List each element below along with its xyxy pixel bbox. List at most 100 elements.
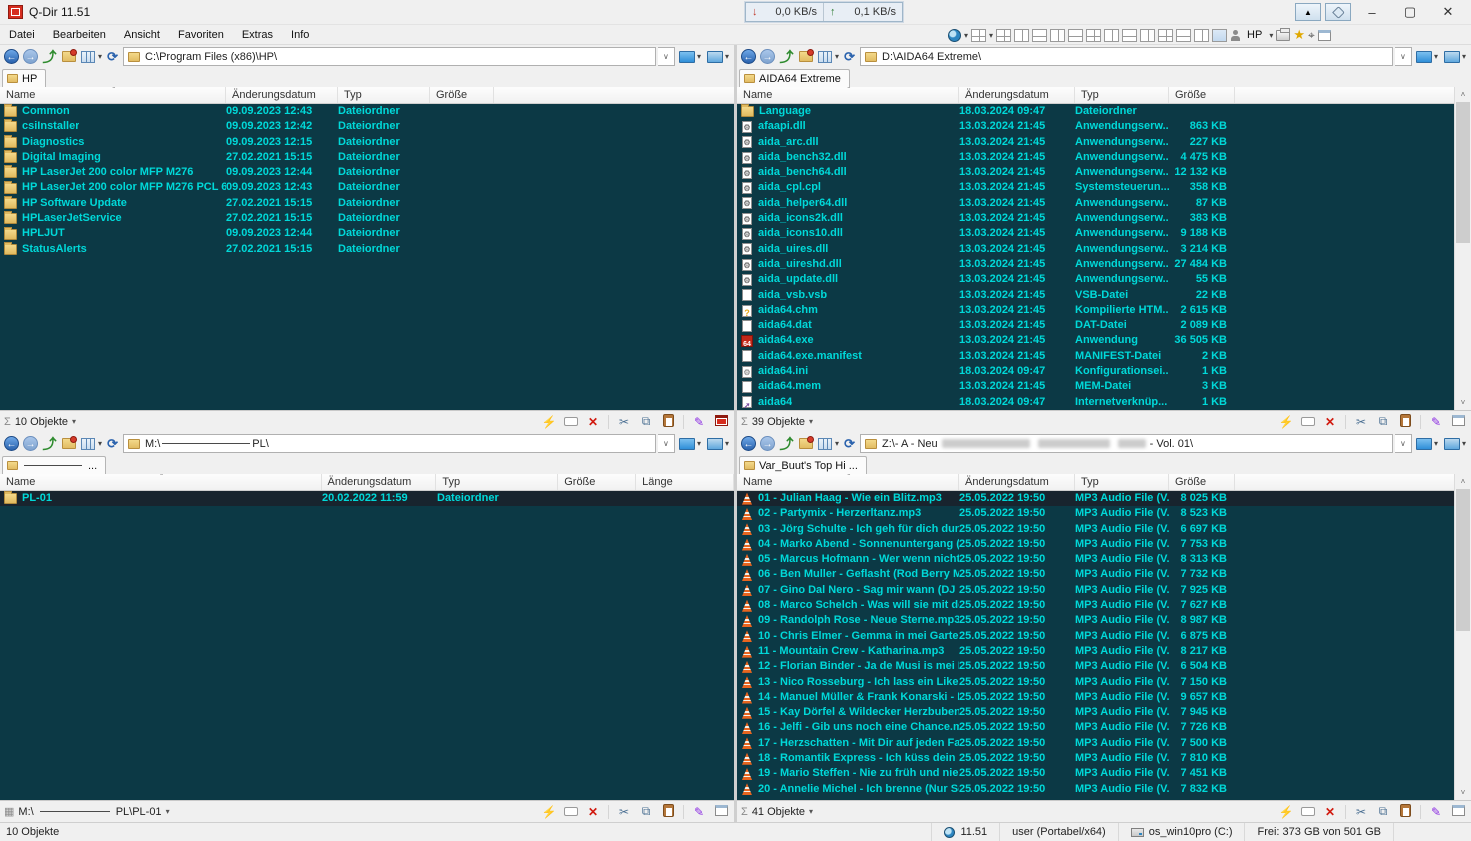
col-date[interactable]: Änderungsdatum bbox=[959, 87, 1075, 103]
rename-icon[interactable] bbox=[1299, 415, 1317, 429]
col-type[interactable]: Typ bbox=[436, 474, 558, 490]
address-input[interactable]: D:\AIDA64 Extreme\ bbox=[860, 47, 1393, 66]
paste-icon[interactable] bbox=[1396, 414, 1414, 430]
paste-icon[interactable] bbox=[659, 414, 677, 430]
object-count[interactable]: 41 Objekte bbox=[752, 806, 805, 818]
layout-option-icon[interactable] bbox=[1212, 29, 1227, 42]
pin-button[interactable] bbox=[1325, 3, 1351, 21]
col-date[interactable]: Änderungsdatum bbox=[322, 474, 437, 490]
tab-redacted[interactable]: ... bbox=[2, 456, 106, 474]
file-row[interactable]: 01 - Julian Haag - Wie ein Blitz.mp325.0… bbox=[737, 491, 1454, 506]
file-row[interactable]: aida64.chm13.03.2024 21:45Kompilierte HT… bbox=[737, 303, 1454, 318]
profile-label[interactable]: HP bbox=[1247, 29, 1262, 41]
file-row[interactable]: aida_bench64.dll13.03.2024 21:45Anwendun… bbox=[737, 165, 1454, 180]
layout-option-icon[interactable] bbox=[1014, 29, 1029, 42]
back-icon[interactable]: ← bbox=[3, 435, 20, 452]
delete-icon[interactable]: ✕ bbox=[1321, 415, 1339, 429]
file-row[interactable]: aida_helper64.dll13.03.2024 21:45Anwendu… bbox=[737, 196, 1454, 211]
maximize-button[interactable]: ▢ bbox=[1393, 2, 1427, 22]
address-input[interactable]: Z:\- A - Neu - Vol. 01\ bbox=[860, 434, 1393, 453]
file-row[interactable]: aida_uireshd.dll13.03.2024 21:45Anwendun… bbox=[737, 257, 1454, 272]
status-dropdown-icon[interactable]: ▾ bbox=[166, 807, 170, 816]
cut-icon[interactable]: ✂ bbox=[1352, 415, 1370, 429]
file-row[interactable]: 15 - Kay Dörfel & Wildecker Herzbuben - … bbox=[737, 705, 1454, 720]
layout-grid-icon[interactable] bbox=[971, 29, 986, 42]
address-dropdown-icon[interactable]: ∨ bbox=[658, 47, 675, 66]
file-row[interactable]: 16 - Jelfi - Gib uns noch eine Chance.mp… bbox=[737, 720, 1454, 735]
file-row[interactable]: 17 - Herzschatten - Mit Dir auf jeden Fa… bbox=[737, 736, 1454, 751]
vertical-scrollbar[interactable]: ˄ ˅ bbox=[1454, 474, 1471, 800]
file-row[interactable]: 10 - Chris Elmer - Gemma in mei Gartenh.… bbox=[737, 629, 1454, 644]
back-icon[interactable]: ← bbox=[740, 48, 757, 65]
user-profile-icon[interactable] bbox=[1230, 30, 1240, 41]
col-size[interactable]: Größe bbox=[430, 87, 494, 103]
file-row[interactable]: 08 - Marco Schelch - Was will sie mit de… bbox=[737, 598, 1454, 613]
scroll-down-icon[interactable]: ˅ bbox=[1455, 785, 1471, 800]
col-name[interactable]: Nameˆ bbox=[737, 474, 959, 490]
up-folder-icon[interactable]: ⤴ bbox=[41, 48, 58, 65]
view-mode-icon[interactable] bbox=[79, 48, 96, 65]
selected-path-prefix[interactable]: M:\ bbox=[18, 806, 33, 818]
object-count[interactable]: 39 Objekte bbox=[752, 416, 805, 428]
file-row[interactable]: aida6418.03.2024 09:47Internetverknüp...… bbox=[737, 395, 1454, 410]
file-row[interactable]: afaapi.dll13.03.2024 21:45Anwendungserw.… bbox=[737, 119, 1454, 134]
file-row[interactable]: 04 - Marko Abend - Sonnenuntergang (Ce..… bbox=[737, 537, 1454, 552]
file-row[interactable]: 06 - Ben Muller - Geflasht (Rod Berry Mi… bbox=[737, 567, 1454, 582]
back-icon[interactable]: ← bbox=[3, 48, 20, 65]
menu-datei[interactable]: Datei bbox=[0, 25, 44, 44]
file-row[interactable]: aida_cpl.cpl13.03.2024 21:45Systemsteuer… bbox=[737, 180, 1454, 195]
forward-icon[interactable]: → bbox=[22, 48, 39, 65]
pane-color-button[interactable]: ▾ bbox=[677, 48, 703, 65]
view-mode-icon[interactable] bbox=[79, 435, 96, 452]
object-count[interactable]: 10 Objekte bbox=[15, 416, 68, 428]
layout-option-icon[interactable] bbox=[1032, 29, 1047, 42]
file-row[interactable]: csiInstaller09.09.2023 12:42Dateiordner bbox=[0, 119, 734, 134]
file-row[interactable]: 20 - Annelie Michel - Ich brenne (Nur So… bbox=[737, 782, 1454, 797]
file-row[interactable]: 03 - Jörg Schulte - Ich geh für dich dur… bbox=[737, 522, 1454, 537]
view-mode-icon[interactable] bbox=[816, 48, 833, 65]
col-type[interactable]: Typ bbox=[1075, 474, 1169, 490]
rename-icon[interactable] bbox=[562, 805, 580, 819]
address-input[interactable]: M:\ PL\ bbox=[123, 434, 656, 453]
pane-background-button[interactable]: ▾ bbox=[705, 48, 731, 65]
view-dropdown-icon[interactable]: ▾ bbox=[98, 439, 102, 448]
file-row[interactable]: StatusAlerts27.02.2021 15:15Dateiordner bbox=[0, 242, 734, 257]
vertical-scrollbar[interactable]: ˄ ˅ bbox=[1454, 87, 1471, 410]
file-row[interactable]: aida_arc.dll13.03.2024 21:45Anwendungser… bbox=[737, 135, 1454, 150]
pane-color-button[interactable]: ▾ bbox=[1414, 435, 1440, 452]
layout-option-icon[interactable] bbox=[1176, 29, 1191, 42]
edit-icon[interactable]: ✎ bbox=[1427, 415, 1445, 429]
file-row[interactable]: 18 - Romantik Express - Ich küss dein He… bbox=[737, 751, 1454, 766]
view-mode-icon[interactable] bbox=[816, 435, 833, 452]
refresh-icon[interactable]: ⟳ bbox=[104, 435, 121, 452]
copy-icon[interactable]: ⧉ bbox=[637, 414, 655, 429]
status-dropdown-icon[interactable]: ▾ bbox=[809, 417, 813, 426]
globe-icon[interactable] bbox=[948, 29, 961, 42]
rename-icon[interactable] bbox=[562, 415, 580, 429]
file-row[interactable]: Digital Imaging27.02.2021 15:15Dateiordn… bbox=[0, 150, 734, 165]
rollup-button[interactable]: ▲ bbox=[1295, 3, 1321, 21]
col-length[interactable]: Länge bbox=[636, 474, 734, 490]
active-pane-icon[interactable] bbox=[712, 415, 730, 429]
cut-icon[interactable]: ✂ bbox=[615, 415, 633, 429]
view-dropdown-icon[interactable]: ▾ bbox=[835, 439, 839, 448]
refresh-icon[interactable]: ⟳ bbox=[104, 48, 121, 65]
favorites-folder-icon[interactable] bbox=[797, 435, 814, 452]
file-row[interactable]: 09 - Randolph Rose - Neue Sterne.mp325.0… bbox=[737, 613, 1454, 628]
file-row[interactable]: 13 - Nico Rosseburg - Ich lass ein Like … bbox=[737, 675, 1454, 690]
favorites-folder-icon[interactable] bbox=[60, 48, 77, 65]
filter-icon[interactable]: ⚡ bbox=[1277, 415, 1295, 429]
delete-icon[interactable]: ✕ bbox=[584, 805, 602, 819]
layout-option-icon[interactable] bbox=[1122, 29, 1137, 42]
delete-icon[interactable]: ✕ bbox=[584, 415, 602, 429]
pane-color-button[interactable]: ▾ bbox=[677, 435, 703, 452]
pane-indicator-icon[interactable] bbox=[712, 805, 730, 819]
file-row[interactable]: 05 - Marcus Hofmann - Wer wenn nicht D..… bbox=[737, 552, 1454, 567]
file-row[interactable]: aida64.dat13.03.2024 21:45DAT-Datei2 089… bbox=[737, 318, 1454, 333]
file-row[interactable]: aida_bench32.dll13.03.2024 21:45Anwendun… bbox=[737, 150, 1454, 165]
delete-icon[interactable]: ✕ bbox=[1321, 805, 1339, 819]
refresh-icon[interactable]: ⟳ bbox=[841, 435, 858, 452]
tab-aida64-extreme[interactable]: AIDA64 Extreme bbox=[739, 69, 850, 87]
col-name[interactable]: Nameˆ bbox=[0, 87, 226, 103]
scroll-thumb[interactable] bbox=[1456, 489, 1470, 631]
